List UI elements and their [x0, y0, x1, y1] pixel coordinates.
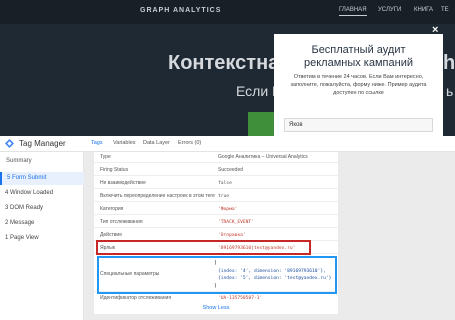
site-logo[interactable]: GRAPH ANALYTICS	[140, 7, 221, 14]
row-key: Type	[100, 154, 111, 160]
sidebar-item-label: Window Loaded	[10, 190, 54, 196]
row-value: true	[218, 194, 230, 199]
row-value: Succeeded	[218, 167, 244, 173]
row-key: Включить переопределение настроек в этом…	[100, 193, 215, 199]
row-key: Firing Status	[100, 167, 129, 173]
row-value: 'Форма'	[218, 207, 238, 212]
sidebar-item-dom-ready[interactable]: 3 DOM Ready	[0, 202, 84, 215]
table-row: Категория 'Форма'	[94, 204, 338, 215]
sidebar-summary[interactable]: Summary	[6, 158, 32, 164]
hero-title-tail: h	[443, 52, 455, 74]
table-row: Включить переопределение настроек в этом…	[94, 191, 338, 202]
popup-text-line2: заполните, пожалуйста, форму ниже. Приме…	[290, 82, 427, 88]
popup-heading-line2: рекламных кампаний	[304, 57, 413, 69]
nav-home[interactable]: ГЛАВНАЯ	[339, 7, 367, 16]
sidebar-item-page-view[interactable]: 1 Page View	[0, 232, 84, 245]
sidebar-item-label: Message	[10, 220, 35, 226]
show-less-link[interactable]: Show Less	[94, 305, 338, 311]
tag-details-panel: Type Google Аналитика – Universal Analyt…	[84, 152, 455, 320]
sidebar-item-form-submit[interactable]: 5 Form Submit	[0, 172, 84, 185]
popup-heading: Бесплатный аудит рекламных кампаний	[274, 44, 443, 70]
table-row: Firing Status Succeeded	[94, 165, 338, 176]
app-title: Tag Manager	[19, 139, 66, 148]
hero-subtitle-tail: ь	[446, 83, 454, 99]
row-key: Идентификатор отслеживания	[100, 295, 172, 301]
label-highlight-box	[96, 240, 311, 255]
tab-errors[interactable]: Errors (0)	[178, 140, 201, 146]
tab-variables[interactable]: Variables	[113, 140, 136, 146]
sidebar-item-window-loaded[interactable]: 4 Window Loaded	[0, 187, 84, 200]
nav-services[interactable]: УСЛУГИ	[378, 7, 401, 13]
row-value: 'UA-135758587-1'	[218, 296, 263, 301]
sidebar-item-label: DOM Ready	[10, 205, 44, 211]
sidebar-item-number: 4	[5, 190, 9, 196]
sidebar-item-label: Page View	[10, 235, 39, 241]
table-row: Тип отслеживания 'TRACK_EVENT'	[94, 217, 338, 228]
gtm-header: Tag Manager Tags Variables Data Layer Er…	[0, 136, 455, 152]
nav-book[interactable]: КНИГА	[414, 7, 433, 13]
popup-text-line3: доступен по ссылке	[333, 90, 384, 96]
nav-more[interactable]: ТЕ	[441, 7, 449, 13]
row-value: Google Аналитика – Universal Analytics	[218, 154, 308, 160]
site-navbar: GRAPH ANALYTICS ГЛАВНАЯ УСЛУГИ КНИГА ТЕ	[0, 0, 455, 24]
event-sidebar: Summary 5 Form Submit 4 Window Loaded 3 …	[0, 152, 84, 320]
sidebar-item-number: 5	[7, 175, 11, 181]
row-value: false	[218, 181, 232, 186]
popup-heading-line1: Бесплатный аудит	[311, 44, 406, 56]
row-key: Не взаимодействие	[100, 180, 146, 186]
tag-manager-logo-icon	[5, 139, 14, 148]
row-key: Тип отслеживания	[100, 219, 143, 225]
table-row: Не взаимодействие false	[94, 178, 338, 189]
popup-text: Ответим в течение 24 часов. Если Вам инт…	[284, 73, 433, 97]
sidebar-item-label: Form Submit	[12, 175, 47, 181]
name-input[interactable]: Яков	[284, 118, 433, 132]
sidebar-item-number: 2	[5, 220, 9, 226]
row-value: 'TRACK_EVENT'	[218, 220, 254, 225]
popup-text-line1: Ответим в течение 24 часов. Если Вам инт…	[293, 74, 424, 80]
params-highlight-box	[97, 256, 337, 294]
row-key: Категория	[100, 206, 124, 212]
table-row: Type Google Аналитика – Universal Analyt…	[94, 152, 338, 163]
tag-properties-table: Type Google Аналитика – Universal Analyt…	[94, 152, 338, 314]
table-row: Идентификатор отслеживания 'UA-135758587…	[94, 293, 338, 304]
sidebar-item-number: 1	[5, 235, 9, 241]
sidebar-item-message[interactable]: 2 Message	[0, 217, 84, 230]
sidebar-item-number: 3	[5, 205, 9, 211]
audit-popup: Бесплатный аудит рекламных кампаний Отве…	[274, 34, 443, 140]
hero-title: Контекстна	[168, 52, 280, 74]
tab-data-layer[interactable]: Data Layer	[143, 140, 170, 146]
tab-tags[interactable]: Tags	[91, 140, 103, 146]
